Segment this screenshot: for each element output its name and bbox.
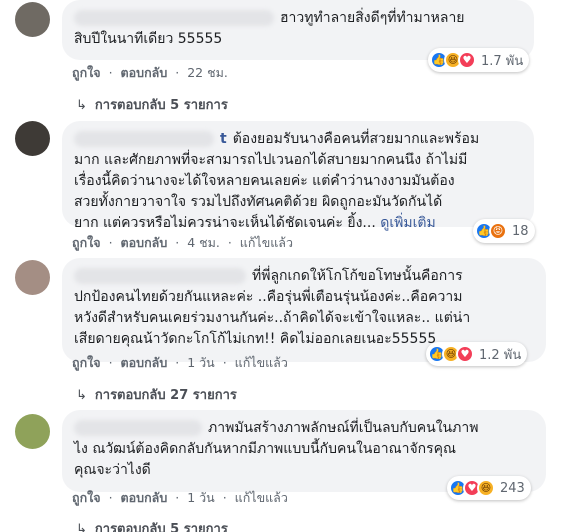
comment-text-line: สิบปีในนาทีเดียว 55555 [74,31,223,47]
love-icon: ♥ [458,51,476,69]
view-replies-link[interactable]: ↳ การตอบกลับ 27 รายการ [76,384,237,405]
reaction-count: 18 [512,223,529,239]
edited-label[interactable]: แก้ไขแล้ว [240,235,293,250]
reply-arrow-icon: ↳ [76,522,87,532]
angry-icon: 😡 [489,222,507,240]
love-icon: ♥ [456,345,474,363]
comment-text-line: ภาพมันสร้างภาพลักษณ์ที่เป็นลบกับคนในภาพ [208,420,479,436]
reaction-summary[interactable]: 👍 😆 ♥ 1.7 พัน [428,48,530,72]
view-replies-link[interactable]: ↳ การตอบกลับ 5 รายการ [76,518,228,532]
reply-arrow-icon: ↳ [76,388,87,403]
like-button[interactable]: ถูกใจ [72,235,101,250]
view-replies-link[interactable]: ↳ การตอบกลับ 5 รายการ [76,94,228,115]
reply-button[interactable]: ตอบกลับ [121,235,168,250]
comment-text-line: ต้องยอมรับนางคือคนที่สวยมากและพร้อม [232,131,480,147]
timestamp[interactable]: 4 ชม. [187,235,220,250]
like-button[interactable]: ถูกใจ [72,355,101,370]
like-button[interactable]: ถูกใจ [72,490,101,505]
comment-text-line: ฮาวทูทำลายสิ่งดีๆที่ทำมาหลาย [280,10,465,26]
commenter-name-blurred[interactable] [74,131,214,147]
comment-text-line: ไง ณวัฒน์ต้องคิดกลับกันหากมีภาพแบบนี้กับ… [74,441,457,457]
timestamp[interactable]: 1 วัน [187,355,215,370]
commenter-name-blurred[interactable] [74,268,246,284]
reaction-summary[interactable]: 👍 ♥ 😆 243 [447,476,531,500]
reply-arrow-icon: ↳ [76,98,87,113]
edited-label[interactable]: แก้ไขแล้ว [235,490,288,505]
avatar[interactable] [15,260,50,295]
reaction-count: 1.7 พัน [481,53,524,69]
comment-bubble: t ต้องยอมรับนางคือคนที่สวยมากและพร้อม มาก… [62,121,534,231]
edited-label[interactable]: แก้ไขแล้ว [235,355,288,370]
comment-actions: ถูกใจ · ตอบกลับ · 1 วัน · แก้ไขแล้ว [72,490,288,505]
comments-section: ฮาวทูทำลายสิ่งดีๆที่ทำมาหลาย สิบปีในนาที… [0,0,574,532]
reaction-count: 1.2 พัน [479,347,522,363]
comment-text-line: สวยทั้งกายวาจาใจ รวมไปถึงทัศนคติด้วย ผิด… [74,194,443,210]
reaction-count: 243 [500,480,525,496]
commenter-name-blurred[interactable] [74,420,202,436]
comment-text-line: มาก และศักยภาพที่จะสามารถไปเวนอกได้สบายม… [74,152,468,168]
avatar[interactable] [15,2,50,37]
replies-count: การตอบกลับ 5 รายการ [94,522,228,532]
comment-text-line: ปกป้องคนไทยด้วยกันแหละค่ะ ..คือรุ่นพี่เต… [74,289,463,305]
commenter-name-blurred[interactable] [74,10,274,26]
timestamp[interactable]: 22 ชม. [187,65,228,80]
reply-button[interactable]: ตอบกลับ [121,65,168,80]
reaction-summary[interactable]: 👍 😆 ♥ 1.2 พัน [426,342,528,366]
comment-text-line: หวังดีสำหรับคนเคยร่วมงานกันค่ะ..ถ้าคิดได… [74,310,471,326]
see-more-link[interactable]: ดูเพิ่มเติม [380,215,435,231]
avatar[interactable] [15,414,50,449]
comment-text-line: ที่พี่ลูกเกดให้โกโก้ขอโทษนั้นคือการ [252,268,463,284]
comment-actions: ถูกใจ · ตอบกลับ · 1 วัน · แก้ไขแล้ว [72,355,288,370]
like-button[interactable]: ถูกใจ [72,65,101,80]
reaction-summary[interactable]: 👍 😡 18 [473,219,535,243]
haha-icon: 😆 [477,479,495,497]
reply-button[interactable]: ตอบกลับ [121,490,168,505]
replies-count: การตอบกลับ 5 รายการ [94,98,228,113]
comment-text-line: ยาก แต่ควรหรือไม่ควรน่าจะเห็นได้ชัดเจนค่… [74,215,376,231]
commenter-name-visible[interactable]: t [220,131,227,147]
comment-text-line: เรื่องนี้คิดว่านางจะได้ใจหลายคนเลยค่ะ แต… [74,173,455,189]
replies-count: การตอบกลับ 27 รายการ [94,388,237,403]
comment-actions: ถูกใจ · ตอบกลับ · 4 ชม. · แก้ไขแล้ว [72,235,293,250]
comment-actions: ถูกใจ · ตอบกลับ · 22 ชม. [72,65,228,80]
avatar[interactable] [15,121,50,156]
timestamp[interactable]: 1 วัน [187,490,215,505]
reply-button[interactable]: ตอบกลับ [121,355,168,370]
